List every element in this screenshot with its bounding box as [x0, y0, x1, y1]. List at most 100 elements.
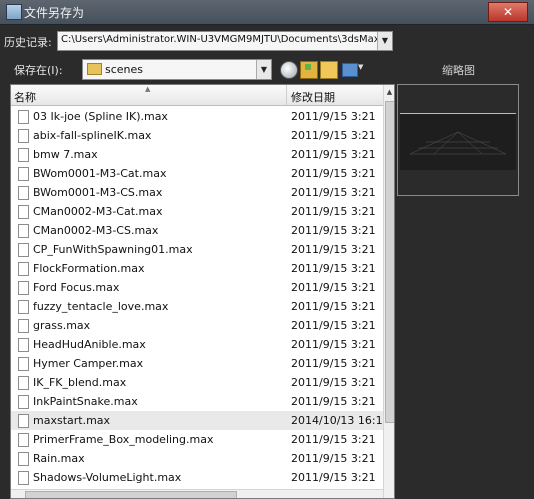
- file-icon: [18, 300, 29, 314]
- scrollbar-thumb[interactable]: [25, 491, 237, 498]
- file-name: fuzzy_tentacle_love.max: [33, 300, 169, 313]
- file-date: 2011/9/15 3:21: [291, 319, 376, 332]
- list-item[interactable]: abix-fall-splineIK.max 2011/9/15 3:21: [11, 126, 383, 145]
- list-item[interactable]: BWom0001-M3-Cat.max 2011/9/15 3:21: [11, 164, 383, 183]
- list-item[interactable]: Shadows-VolumeLight.max 2011/9/15 3:21: [11, 468, 383, 487]
- file-icon: [18, 205, 29, 219]
- list-item[interactable]: fuzzy_tentacle_love.max 2011/9/15 3:21: [11, 297, 383, 316]
- file-name: PrimerFrame_Box_modeling.max: [33, 433, 214, 446]
- file-date: 2011/9/15 3:21: [291, 186, 376, 199]
- file-date: 2011/9/15 3:21: [291, 129, 376, 142]
- list-item[interactable]: grass.max 2011/9/15 3:21: [11, 316, 383, 335]
- list-item[interactable]: 03 Ik-joe (Spline IK).max 2011/9/15 3:21: [11, 107, 383, 126]
- column-name-header[interactable]: 名称: [14, 89, 36, 105]
- file-name: Hymer Camper.max: [33, 357, 144, 370]
- file-rows: 03 Ik-joe (Spline IK).max 2011/9/15 3:21 …: [11, 107, 383, 487]
- app-icon: [6, 4, 22, 20]
- file-date: 2011/9/15 3:21: [291, 243, 376, 256]
- file-icon: [18, 281, 29, 295]
- save-in-folder: scenes: [105, 63, 144, 76]
- file-name: grass.max: [33, 319, 91, 332]
- file-name: maxstart.max: [33, 414, 111, 427]
- file-name: BWom0001-M3-CS.max: [33, 186, 163, 199]
- file-icon: [18, 224, 29, 238]
- file-icon: [18, 110, 29, 124]
- chevron-down-icon[interactable]: ▼: [358, 63, 363, 71]
- history-path: C:\Users\Administrator.WIN-U3VMGM9MJTU\D…: [61, 34, 377, 45]
- list-item[interactable]: BWom0001-M3-CS.max 2011/9/15 3:21: [11, 183, 383, 202]
- file-name: BWom0001-M3-Cat.max: [33, 167, 167, 180]
- window-title: 文件另存为: [24, 6, 85, 20]
- file-name: Rain.max: [33, 452, 85, 465]
- vertical-scrollbar[interactable]: ▲: [383, 85, 394, 498]
- file-date: 2011/9/15 3:21: [291, 433, 376, 446]
- list-item[interactable]: IK_FK_blend.max 2011/9/15 3:21: [11, 373, 383, 392]
- list-item[interactable]: Hymer Camper.max 2011/9/15 3:21: [11, 354, 383, 373]
- list-item[interactable]: FlockFormation.max 2011/9/15 3:21: [11, 259, 383, 278]
- file-date: 2011/9/15 3:21: [291, 452, 376, 465]
- save-in-label: 保存在(I):: [14, 64, 63, 77]
- file-icon: [18, 129, 29, 143]
- file-name: IK_FK_blend.max: [33, 376, 127, 389]
- thumbnail-panel: [397, 84, 519, 196]
- file-date: 2011/9/15 3:21: [291, 338, 376, 351]
- up-folder-icon[interactable]: [300, 61, 318, 79]
- chevron-down-icon[interactable]: ▼: [256, 60, 271, 79]
- file-icon: [18, 262, 29, 276]
- list-item-selected[interactable]: maxstart.max 2014/10/13 16:14: [11, 411, 383, 430]
- save-in-dropdown[interactable]: scenes ▼: [82, 59, 272, 80]
- file-icon: [18, 319, 29, 333]
- list-item[interactable]: Ford Focus.max 2011/9/15 3:21: [11, 278, 383, 297]
- list-item[interactable]: PrimerFrame_Box_modeling.max 2011/9/15 3:…: [11, 430, 383, 449]
- history-label: 历史记录:: [4, 36, 52, 49]
- file-date: 2011/9/15 3:21: [291, 281, 376, 294]
- file-icon: [18, 395, 29, 409]
- title-bar: 文件另存为 ✕: [0, 0, 534, 25]
- file-icon: [18, 243, 29, 257]
- file-name: HeadHudAnible.max: [33, 338, 146, 351]
- file-icon: [18, 167, 29, 181]
- file-icon: [18, 186, 29, 200]
- sort-up-icon: ▲: [145, 85, 151, 93]
- list-item[interactable]: CMan0002-M3-CS.max 2011/9/15 3:21: [11, 221, 383, 240]
- file-date: 2011/9/15 3:21: [291, 300, 376, 313]
- list-item[interactable]: Rain.max 2011/9/15 3:21: [11, 449, 383, 468]
- folder-icon: [87, 63, 102, 75]
- history-row: 历史记录: C:\Users\Administrator.WIN-U3VMGM9…: [0, 24, 534, 58]
- file-name: bmw 7.max: [33, 148, 98, 161]
- close-button[interactable]: ✕: [488, 2, 528, 22]
- list-item[interactable]: CP_FunWithSpawning01.max 2011/9/15 3:21: [11, 240, 383, 259]
- view-menu-icon[interactable]: [342, 63, 358, 77]
- file-icon: [18, 471, 29, 485]
- new-folder-icon[interactable]: [320, 61, 338, 79]
- file-name: abix-fall-splineIK.max: [33, 129, 152, 142]
- file-icon: [18, 357, 29, 371]
- file-list[interactable]: 名称 ▲ 修改日期 03 Ik-joe (Spline IK).max 2011/…: [10, 84, 395, 499]
- scroll-up-icon[interactable]: ▲: [384, 85, 394, 99]
- back-icon[interactable]: [280, 61, 298, 79]
- file-date: 2011/9/15 3:21: [291, 148, 376, 161]
- history-dropdown[interactable]: C:\Users\Administrator.WIN-U3VMGM9MJTU\D…: [57, 31, 393, 51]
- file-name: CP_FunWithSpawning01.max: [33, 243, 193, 256]
- file-name: CMan0002-M3-Cat.max: [33, 205, 163, 218]
- file-icon: [18, 414, 29, 428]
- file-icon: [18, 148, 29, 162]
- file-icon: [18, 433, 29, 447]
- grid-preview-icon: [409, 131, 507, 155]
- scrollbar-thumb[interactable]: [385, 101, 394, 423]
- list-item[interactable]: bmw 7.max 2011/9/15 3:21: [11, 145, 383, 164]
- chevron-down-icon[interactable]: ▼: [377, 32, 392, 50]
- horizontal-scrollbar[interactable]: [11, 489, 383, 498]
- file-name: FlockFormation.max: [33, 262, 145, 275]
- file-icon: [18, 452, 29, 466]
- column-separator[interactable]: [286, 85, 287, 105]
- list-item[interactable]: HeadHudAnible.max 2011/9/15 3:21: [11, 335, 383, 354]
- list-header: 名称 ▲ 修改日期: [11, 85, 383, 106]
- column-date-header[interactable]: 修改日期: [291, 89, 335, 105]
- file-date: 2011/9/15 3:21: [291, 376, 376, 389]
- file-date: 2011/9/15 3:21: [291, 395, 376, 408]
- list-item[interactable]: InkPaintSnake.max 2011/9/15 3:21: [11, 392, 383, 411]
- file-name: InkPaintSnake.max: [33, 395, 138, 408]
- file-date: 2011/9/15 3:21: [291, 224, 376, 237]
- list-item[interactable]: CMan0002-M3-Cat.max 2011/9/15 3:21: [11, 202, 383, 221]
